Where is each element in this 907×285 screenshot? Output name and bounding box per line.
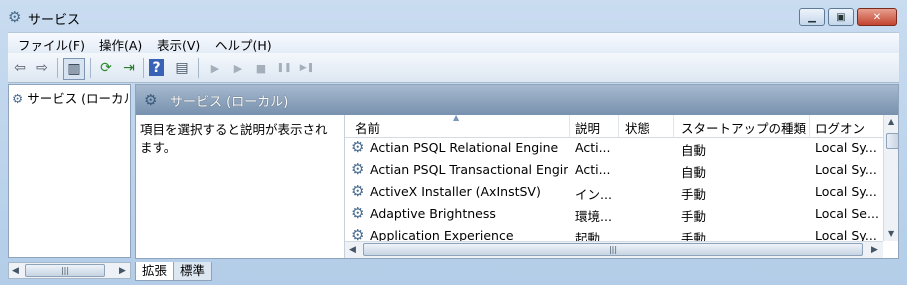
toolbar: ⇦ ⇨ ▥ ⟳ ⇥ ? ▤ ▶ ▶ ■ ❚❚ ▶❚ bbox=[8, 53, 899, 83]
maximize-button[interactable]: ▣ bbox=[828, 8, 854, 26]
service-gear-icon: ⚙ bbox=[351, 138, 365, 156]
list-header: ▲ 名前 説明 状態 スタートアップの種類 ログオン bbox=[345, 113, 883, 138]
caption-buttons: ▁ ▣ ✕ bbox=[796, 8, 897, 26]
pause-service-icon[interactable]: ❚❚ bbox=[274, 58, 294, 78]
toolbar-separator bbox=[143, 58, 144, 78]
tree-item-label: サービス (ローカル) bbox=[27, 91, 130, 106]
service-logon: Local Sy... bbox=[815, 162, 877, 177]
service-gear-icon: ⚙ bbox=[351, 204, 365, 222]
back-arrow-icon[interactable]: ⇦ bbox=[10, 58, 30, 78]
service-name: Adaptive Brightness bbox=[370, 206, 496, 221]
service-startup: 手動 bbox=[681, 187, 707, 202]
toolbar-separator bbox=[198, 58, 199, 78]
scroll-right-arrow-icon[interactable]: ▶ bbox=[119, 266, 126, 276]
service-logon: Local Se... bbox=[815, 206, 879, 221]
column-header-logon[interactable]: ログオン bbox=[815, 118, 865, 137]
service-name: Application Experience bbox=[370, 228, 514, 241]
column-header-status[interactable]: 状態 bbox=[625, 118, 650, 137]
tree-horizontal-scrollbar[interactable]: ◀ ||| ▶ bbox=[8, 262, 131, 279]
view-tabs: 拡張 標準 bbox=[135, 262, 435, 282]
service-name: Actian PSQL Transactional Engine bbox=[370, 162, 568, 177]
tab-standard[interactable]: 標準 bbox=[173, 262, 213, 281]
scroll-left-arrow-icon[interactable]: ◀ bbox=[12, 266, 19, 276]
column-divider[interactable] bbox=[809, 115, 810, 137]
help-icon[interactable]: ? bbox=[149, 59, 164, 76]
column-header-startup-type[interactable]: スタートアップの種類 bbox=[681, 118, 806, 137]
window-title: サービス bbox=[28, 13, 81, 28]
column-header-description[interactable]: 説明 bbox=[575, 118, 600, 137]
start-service-paused-icon[interactable]: ▶ bbox=[228, 58, 248, 78]
panel-title: サービス (ローカル) bbox=[170, 95, 289, 110]
table-row[interactable]: ⚙ Adaptive Brightness 環境... 手動 Local Se.… bbox=[345, 203, 883, 225]
menu-help[interactable]: ヘルプ(H) bbox=[215, 35, 272, 54]
service-desc: イン... bbox=[575, 187, 612, 202]
minimize-button[interactable]: ▁ bbox=[799, 8, 825, 26]
column-divider[interactable] bbox=[618, 115, 619, 137]
service-desc: Acti... bbox=[575, 140, 611, 155]
panel-header: ⚙ サービス (ローカル) bbox=[136, 85, 898, 115]
sort-ascending-icon: ▲ bbox=[453, 113, 460, 122]
list-horizontal-scrollbar[interactable]: ◀ ||| ▶ bbox=[345, 241, 883, 258]
service-startup: 自動 bbox=[681, 143, 707, 158]
table-row[interactable]: ⚙ Application Experience 起動... 手動 Local … bbox=[345, 225, 883, 241]
service-name: Actian PSQL Relational Engine bbox=[370, 140, 559, 155]
toolbar-separator bbox=[90, 58, 91, 78]
service-startup: 手動 bbox=[681, 209, 707, 224]
scroll-thumb[interactable] bbox=[886, 133, 898, 149]
menu-action[interactable]: 操作(A) bbox=[99, 35, 142, 54]
table-row[interactable]: ⚙ Actian PSQL Transactional Engine Acti.… bbox=[345, 159, 883, 181]
menu-file[interactable]: ファイル(F) bbox=[18, 35, 85, 54]
scroll-up-arrow-icon[interactable]: ▲ bbox=[888, 117, 894, 126]
column-divider[interactable] bbox=[569, 115, 570, 137]
service-logon: Local Sy... bbox=[815, 228, 877, 241]
services-window: ⚙ サービス ▁ ▣ ✕ ファイル(F) 操作(A) 表示(V) ヘルプ(H) … bbox=[0, 0, 907, 285]
close-button[interactable]: ✕ bbox=[857, 8, 897, 26]
gear-icon: ⚙ bbox=[12, 91, 24, 106]
start-service-icon[interactable]: ▶ bbox=[205, 58, 225, 78]
title-bar[interactable]: ⚙ サービス ▁ ▣ ✕ bbox=[0, 0, 907, 32]
service-logon: Local Sy... bbox=[815, 184, 877, 199]
scroll-left-arrow-icon[interactable]: ◀ bbox=[349, 245, 356, 255]
services-list: ▲ 名前 説明 状態 スタートアップの種類 ログオン ⚙ Actian PSQL… bbox=[344, 113, 898, 258]
services-panel: ⚙ サービス (ローカル) 項目を選択すると説明が表示されます。 ▲ 名前 説明… bbox=[135, 84, 899, 259]
service-gear-icon: ⚙ bbox=[351, 160, 365, 178]
list-vertical-scrollbar[interactable]: ▲ ▼ bbox=[883, 115, 898, 241]
service-name: ActiveX Installer (AxInstSV) bbox=[370, 184, 541, 199]
column-divider[interactable] bbox=[673, 115, 674, 137]
service-desc: 起動... bbox=[575, 231, 612, 241]
scroll-down-arrow-icon[interactable]: ▼ bbox=[888, 229, 894, 238]
table-row[interactable]: ⚙ ActiveX Installer (AxInstSV) イン... 手動 … bbox=[345, 181, 883, 203]
forward-arrow-icon[interactable]: ⇨ bbox=[32, 58, 52, 78]
service-desc: Acti... bbox=[575, 162, 611, 177]
stop-service-icon[interactable]: ■ bbox=[251, 58, 271, 78]
toolbar-separator bbox=[57, 58, 58, 78]
service-description: 項目を選択すると説明が表示されます。 bbox=[140, 122, 328, 155]
service-gear-icon: ⚙ bbox=[351, 182, 365, 200]
gear-icon: ⚙ bbox=[8, 8, 22, 26]
export-list-icon[interactable]: ⇥ bbox=[119, 58, 139, 78]
resume-service-icon[interactable]: ▶❚ bbox=[297, 58, 317, 78]
tree-item-services-local[interactable]: ⚙ サービス (ローカル) bbox=[12, 88, 130, 107]
menu-bar: ファイル(F) 操作(A) 表示(V) ヘルプ(H) bbox=[8, 32, 899, 53]
scroll-thumb[interactable]: ||| bbox=[25, 264, 105, 277]
scroll-right-arrow-icon[interactable]: ▶ bbox=[871, 245, 878, 255]
service-startup: 手動 bbox=[681, 231, 707, 241]
service-startup: 自動 bbox=[681, 165, 707, 180]
gear-icon: ⚙ bbox=[144, 91, 158, 109]
service-logon: Local Sy... bbox=[815, 140, 877, 155]
refresh-icon[interactable]: ⟳ bbox=[96, 58, 116, 78]
tab-extended[interactable]: 拡張 bbox=[135, 262, 175, 281]
table-row[interactable]: ⚙ Actian PSQL Relational Engine Acti... … bbox=[345, 137, 883, 159]
service-gear-icon: ⚙ bbox=[351, 226, 365, 241]
column-header-name[interactable]: 名前 bbox=[355, 118, 380, 137]
show-hide-tree-icon[interactable]: ▥ bbox=[63, 58, 85, 80]
service-desc: 環境... bbox=[575, 209, 612, 224]
console-tree: ⚙ サービス (ローカル) bbox=[8, 84, 131, 258]
properties-icon[interactable]: ▤ bbox=[172, 58, 192, 78]
menu-view[interactable]: 表示(V) bbox=[157, 35, 200, 54]
scroll-thumb[interactable]: ||| bbox=[363, 243, 863, 256]
